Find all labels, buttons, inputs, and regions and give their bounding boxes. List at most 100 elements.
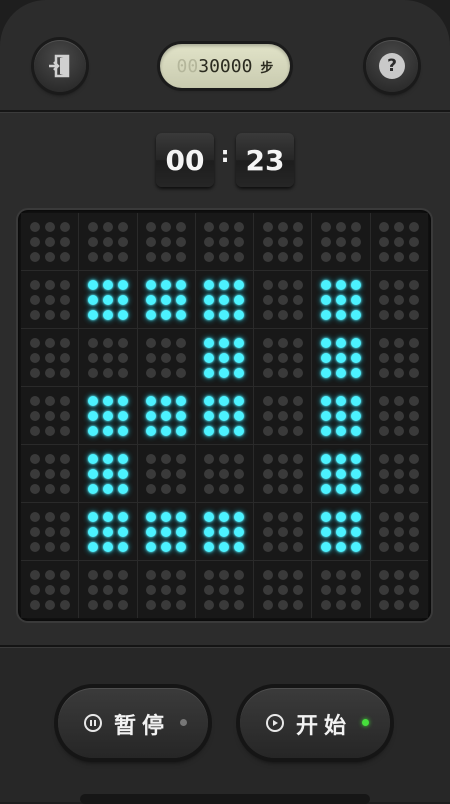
- led-dot-cluster: [379, 221, 420, 262]
- board-cell[interactable]: [195, 561, 254, 618]
- top-bar: 00 30000 步 ?: [0, 0, 450, 112]
- led-dot: [146, 410, 157, 421]
- led-dot: [379, 221, 390, 232]
- help-button[interactable]: ?: [366, 40, 418, 92]
- board-cell-lit[interactable]: [312, 329, 370, 386]
- board-cell[interactable]: [195, 445, 254, 502]
- exit-button[interactable]: [34, 40, 86, 92]
- board-cell[interactable]: [195, 213, 254, 270]
- board-cell[interactable]: [370, 329, 428, 386]
- board-cell[interactable]: [254, 387, 312, 444]
- board-cell[interactable]: [254, 271, 312, 328]
- led-dot: [292, 599, 303, 610]
- board-cell[interactable]: [137, 445, 195, 502]
- led-dot: [321, 483, 332, 494]
- led-dot: [59, 483, 70, 494]
- board-cell[interactable]: [137, 561, 195, 618]
- led-dot: [409, 541, 420, 552]
- board-cell[interactable]: [370, 271, 428, 328]
- led-dot: [146, 541, 157, 552]
- board-cell-lit[interactable]: [312, 271, 370, 328]
- board-cell-lit[interactable]: [79, 445, 137, 502]
- led-dot: [44, 468, 55, 479]
- board-cell-lit[interactable]: [79, 503, 137, 560]
- board-cell-lit[interactable]: [312, 445, 370, 502]
- board-cell[interactable]: [254, 329, 312, 386]
- start-button[interactable]: 开始: [240, 688, 390, 758]
- led-dot: [409, 483, 420, 494]
- led-dot: [29, 279, 40, 290]
- board-cell-lit[interactable]: [79, 271, 137, 328]
- led-dot-cluster: [87, 337, 128, 378]
- board-cell[interactable]: [21, 561, 79, 618]
- board-cell[interactable]: [370, 503, 428, 560]
- board-cell[interactable]: [370, 445, 428, 502]
- board-cell[interactable]: [370, 561, 428, 618]
- board-cell[interactable]: [370, 213, 428, 270]
- led-dot: [394, 221, 405, 232]
- led-dot-cluster: [262, 337, 303, 378]
- led-dot: [394, 584, 405, 595]
- board-cell-lit[interactable]: [195, 387, 254, 444]
- board-cell-lit[interactable]: [137, 503, 195, 560]
- led-dot: [336, 337, 347, 348]
- board-cell-lit[interactable]: [195, 271, 254, 328]
- led-dot: [44, 483, 55, 494]
- board-cell[interactable]: [137, 329, 195, 386]
- led-dot: [292, 468, 303, 479]
- led-dot: [176, 367, 187, 378]
- board-cell[interactable]: [312, 561, 370, 618]
- led-dot: [394, 395, 405, 406]
- led-dot: [321, 309, 332, 320]
- board-cell[interactable]: [79, 213, 137, 270]
- led-dot: [379, 367, 390, 378]
- board-cell-lit[interactable]: [79, 387, 137, 444]
- led-dot: [409, 468, 420, 479]
- board-cell-lit[interactable]: [195, 329, 254, 386]
- board-cell[interactable]: [21, 213, 79, 270]
- led-dot-cluster: [29, 453, 70, 494]
- board-cell-lit[interactable]: [312, 503, 370, 560]
- board-cell[interactable]: [370, 387, 428, 444]
- board-cell[interactable]: [79, 561, 137, 618]
- led-dot: [219, 367, 230, 378]
- board-cell[interactable]: [254, 561, 312, 618]
- led-dot-cluster: [379, 337, 420, 378]
- led-dot: [234, 410, 245, 421]
- led-dot: [277, 221, 288, 232]
- led-dot: [176, 584, 187, 595]
- board-cell[interactable]: [137, 213, 195, 270]
- led-dot: [219, 483, 230, 494]
- led-dot: [321, 251, 332, 262]
- board-cell[interactable]: [254, 503, 312, 560]
- led-dot: [292, 251, 303, 262]
- board-cell-lit[interactable]: [312, 387, 370, 444]
- led-dot: [336, 483, 347, 494]
- led-dot-cluster: [146, 279, 187, 320]
- board-cell[interactable]: [21, 445, 79, 502]
- board-cell[interactable]: [254, 445, 312, 502]
- led-dot: [219, 511, 230, 522]
- board-cell[interactable]: [21, 329, 79, 386]
- board-cell-lit[interactable]: [137, 271, 195, 328]
- pause-button[interactable]: 暂停: [58, 688, 208, 758]
- led-dot: [87, 352, 98, 363]
- board-cell-lit[interactable]: [195, 503, 254, 560]
- board-cell[interactable]: [21, 271, 79, 328]
- led-dot: [219, 352, 230, 363]
- led-dot: [234, 483, 245, 494]
- board-cell[interactable]: [21, 503, 79, 560]
- board-cell-lit[interactable]: [137, 387, 195, 444]
- led-dot: [394, 294, 405, 305]
- led-dot: [219, 526, 230, 537]
- led-dot: [234, 236, 245, 247]
- led-dot: [292, 584, 303, 595]
- board-cell[interactable]: [254, 213, 312, 270]
- led-dot: [44, 352, 55, 363]
- board-cell[interactable]: [312, 213, 370, 270]
- led-dot: [87, 294, 98, 305]
- led-dot: [117, 569, 128, 580]
- board-cell[interactable]: [79, 329, 137, 386]
- board-cell[interactable]: [21, 387, 79, 444]
- led-dot: [161, 599, 172, 610]
